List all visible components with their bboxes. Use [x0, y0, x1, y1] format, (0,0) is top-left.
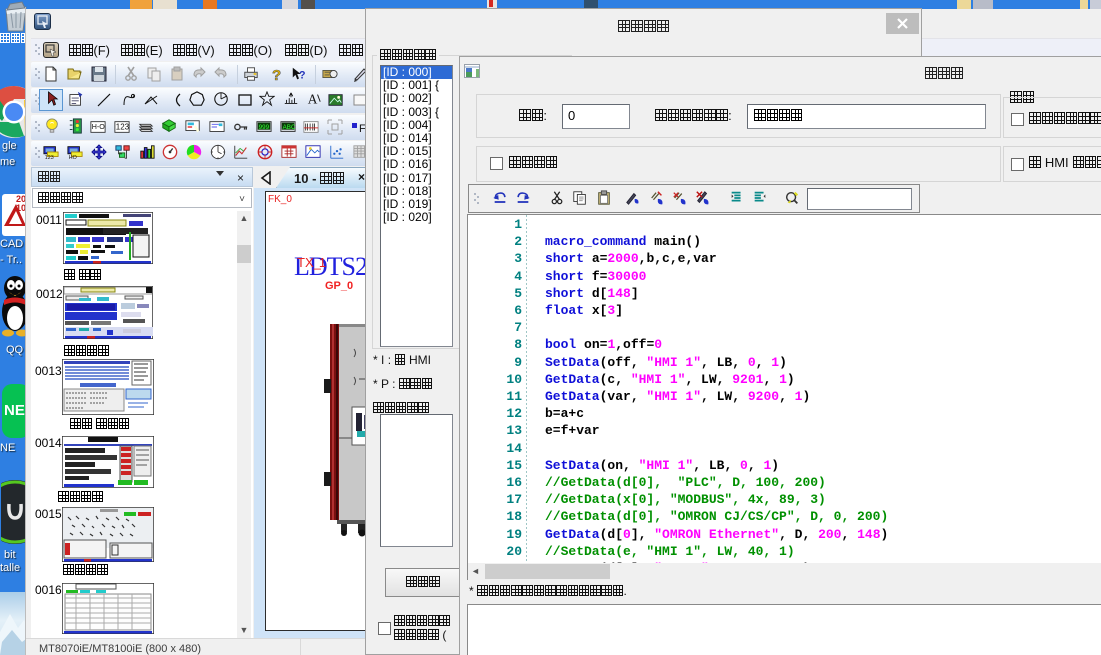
svg-text:?: ?: [299, 69, 306, 81]
svg-text:ABC: ABC: [283, 124, 296, 131]
svg-text:H-O: H-O: [92, 123, 106, 131]
svg-text:123: 123: [116, 123, 130, 132]
svg-text:?: ?: [272, 67, 281, 82]
svg-text:A: A: [308, 91, 318, 106]
svg-text:HO: HO: [69, 155, 77, 160]
svg-text:999: 999: [259, 124, 270, 131]
svg-text:123: 123: [45, 155, 54, 160]
